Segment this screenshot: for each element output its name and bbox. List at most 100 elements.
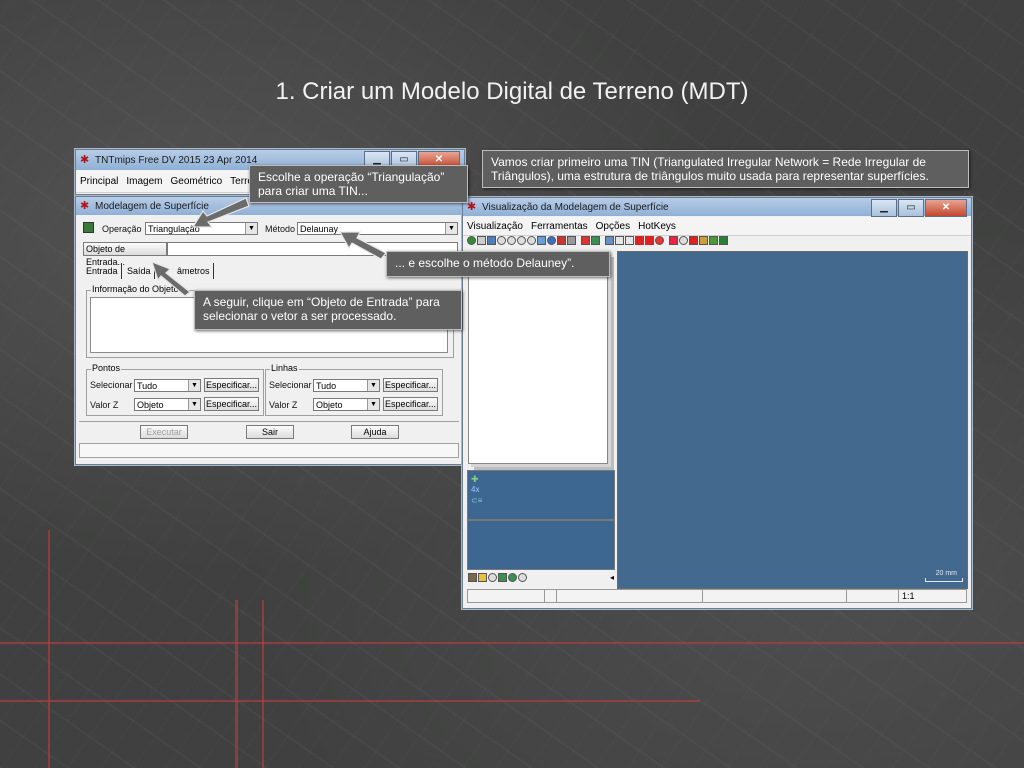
tntmips-app-icon: ✱ (80, 154, 90, 166)
pontos-especificar-button[interactable]: Especificar... (204, 378, 259, 392)
tab-parametros[interactable]: âmetros (174, 263, 214, 279)
map-road (235, 600, 238, 768)
full-view-icon[interactable] (477, 236, 486, 245)
dots-icon[interactable] (581, 236, 590, 245)
table-icon[interactable] (605, 236, 614, 245)
map-road (0, 642, 1024, 644)
forward-arrow-icon[interactable] (645, 236, 654, 245)
pontos-selecionar-select[interactable]: Tudo ▼ (134, 379, 201, 392)
menu-imagem[interactable]: Imagem (122, 176, 166, 187)
gps-icon[interactable] (719, 236, 728, 245)
layer-refresh-icon[interactable] (508, 573, 517, 582)
status-cell (544, 590, 545, 602)
zoom-out-icon[interactable] (507, 236, 516, 245)
menu-geometrico[interactable]: Geométrico (166, 176, 226, 187)
layer-grid-icon[interactable] (498, 573, 507, 582)
layer-controls-toolbar: ◂ (468, 573, 614, 585)
pontos-valorz-label: Valor Z (90, 400, 119, 410)
layer-manager-icon[interactable] (468, 573, 477, 582)
chevron-down-icon: ▼ (367, 380, 379, 391)
chevron-down-icon: ▼ (367, 399, 379, 410)
scale-x-icon: 4x (471, 485, 480, 494)
magnifier-icon[interactable] (679, 236, 688, 245)
pontos-valorz-especificar-button[interactable]: Especificar... (204, 397, 259, 411)
layer-icon[interactable] (557, 236, 566, 245)
linhas-selecionar-select[interactable]: Tudo ▼ (313, 379, 380, 392)
menu-opcoes[interactable]: Opções (592, 221, 634, 232)
info-objeto-label: Informação do Objeto (91, 284, 180, 294)
tab-entrada[interactable]: Entrada (83, 263, 122, 279)
pontos-selecionar-label: Selecionar (90, 380, 133, 390)
pointer-icon[interactable] (689, 236, 698, 245)
visualizacao-maximize-button[interactable]: ▭ (898, 199, 924, 217)
visualizacao-status-bar: 1:1 (467, 589, 967, 603)
grid-icon[interactable] (591, 236, 600, 245)
collapse-arrow-icon[interactable]: ◂ (610, 573, 614, 582)
print-icon[interactable] (567, 236, 576, 245)
chevron-down-icon: ▼ (445, 223, 457, 234)
chevron-down-icon: ▼ (188, 399, 200, 410)
sair-button[interactable]: Sair (246, 425, 294, 439)
callout-operacao: Escolhe a operação “Triangulação” para c… (249, 165, 468, 203)
scale-bar-label: 20 mm (935, 570, 957, 577)
chevron-down-icon: ▼ (245, 223, 257, 234)
redraw-icon[interactable] (467, 236, 476, 245)
layer-list-panel (468, 251, 608, 464)
linhas-valorz-especificar-button[interactable]: Especificar... (383, 397, 438, 411)
menu-hotkeys[interactable]: HotKeys (634, 221, 680, 232)
pontos-valorz-select[interactable]: Objeto ▼ (134, 398, 201, 411)
zoom-layer-icon[interactable] (537, 236, 546, 245)
modelagem-app-icon: ✱ (80, 200, 90, 212)
visualizacao-app-icon: ✱ (467, 201, 477, 213)
status-cell (898, 590, 899, 602)
layer-find-icon[interactable] (518, 573, 527, 582)
visualizacao-titlebar: ✱ Visualização da Modelagem de Superfíci… (463, 198, 971, 217)
map-canvas[interactable]: 20 mm (617, 251, 968, 589)
visualizacao-toolbar (467, 236, 967, 248)
ajuda-button[interactable]: Ajuda (351, 425, 399, 439)
operacao-value: Triangulação (148, 224, 200, 234)
measure-icon[interactable] (625, 236, 634, 245)
gps-cursor-icon: ✚ (471, 474, 479, 484)
tab-bar: Entrada Saída âmetros (83, 263, 283, 279)
globe-icon[interactable] (547, 236, 556, 245)
tab-saida[interactable]: Saída (124, 263, 155, 279)
layer-tools-panel: ✚ 4x ⊂≡ (467, 470, 615, 520)
visualizacao-close-button[interactable]: ✕ (925, 199, 967, 217)
linhas-valorz-select[interactable]: Objeto ▼ (313, 398, 380, 411)
linhas-especificar-button[interactable]: Especificar... (383, 378, 438, 392)
layer-zoom-icon[interactable] (488, 573, 497, 582)
overview-panel (467, 520, 615, 570)
modelagem-title: Modelagem de Superfície (95, 200, 209, 212)
select-icon[interactable] (615, 236, 624, 245)
operacao-select[interactable]: Triangulação ▼ (145, 222, 258, 235)
executar-button[interactable]: Executar (140, 425, 188, 439)
menu-ferramentas[interactable]: Ferramentas (527, 221, 592, 232)
zoom-previous-icon[interactable] (527, 236, 536, 245)
map-road (0, 700, 700, 702)
map-road (262, 600, 264, 768)
visualizacao-minimize-button[interactable]: ▁ (871, 199, 897, 217)
metodo-select[interactable]: Delaunay ▼ (297, 222, 458, 235)
linhas-selecionar-label: Selecionar (269, 380, 312, 390)
link-icon: ⊂≡ (471, 496, 483, 505)
pan-icon[interactable] (487, 236, 496, 245)
menu-principal[interactable]: Principal (76, 176, 122, 187)
menu-visualizacao[interactable]: Visualização (463, 221, 527, 232)
back-arrow-icon[interactable] (635, 236, 644, 245)
objeto-entrada-button[interactable]: Objeto de Entrada... (83, 242, 167, 267)
map-road (48, 530, 50, 768)
zoom-box-icon[interactable] (517, 236, 526, 245)
crosshair-icon[interactable] (669, 236, 678, 245)
draw-icon[interactable] (709, 236, 718, 245)
pencil-icon[interactable] (699, 236, 708, 245)
tntmips-title: TNTmips Free DV 2015 23 Apr 2014 (95, 154, 258, 166)
pontos-label: Pontos (91, 363, 122, 373)
linhas-valorz-label: Valor Z (269, 400, 298, 410)
status-cell (702, 590, 703, 602)
stop-icon[interactable] (655, 236, 664, 245)
callout-objeto: A seguir, clique em “Objeto de Entrada” … (194, 290, 462, 330)
layer-add-icon[interactable] (478, 573, 487, 582)
zoom-in-icon[interactable] (497, 236, 506, 245)
scale-bar (925, 578, 963, 582)
